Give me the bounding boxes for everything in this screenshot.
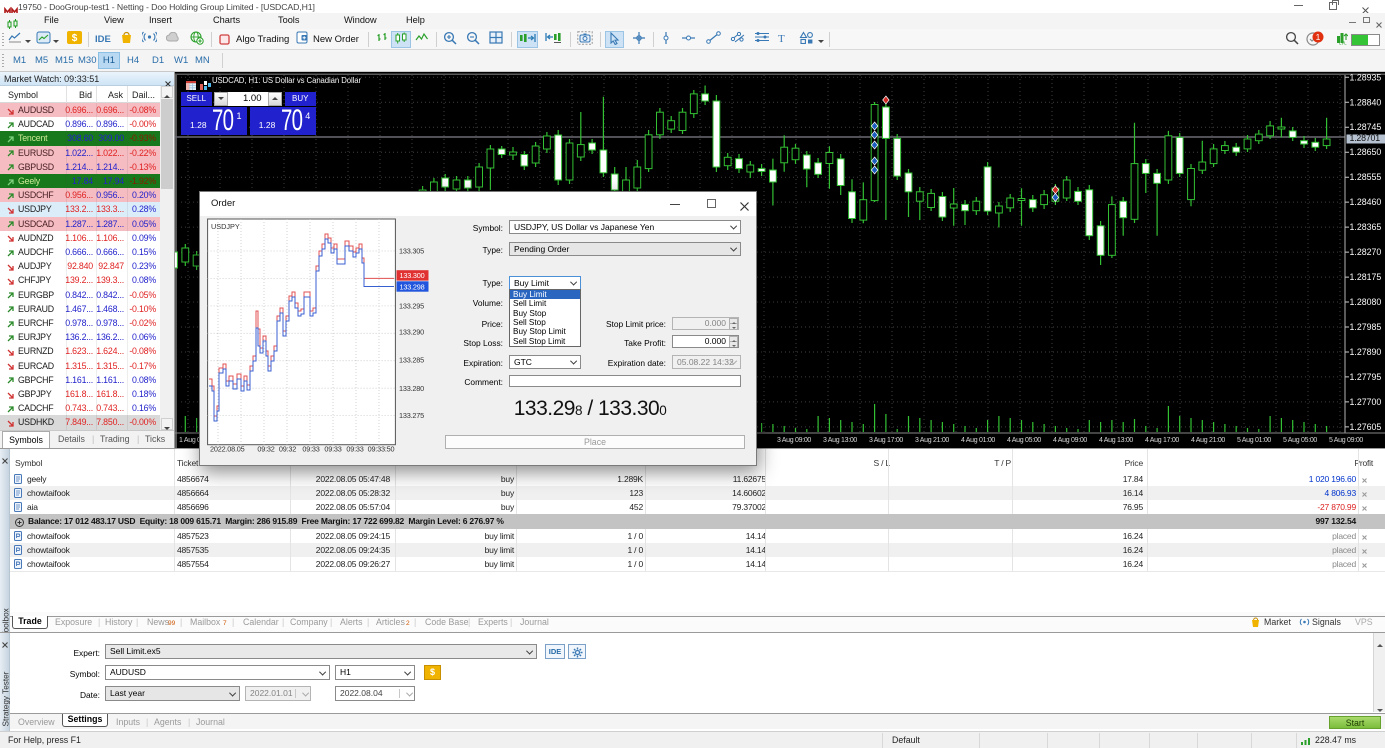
svg-text:2022.08.05: 2022.08.05 bbox=[210, 445, 245, 454]
svg-text:4 Aug 21:00: 4 Aug 21:00 bbox=[1191, 437, 1225, 444]
svg-text:5 Aug 05:00: 5 Aug 05:00 bbox=[1283, 437, 1317, 444]
svg-text:USDJPY: USDJPY bbox=[211, 222, 240, 231]
svg-text:1.27605: 1.27605 bbox=[1350, 422, 1382, 432]
svg-text:1.28270: 1.28270 bbox=[1350, 247, 1382, 257]
svg-text:133.275: 133.275 bbox=[399, 411, 424, 420]
svg-text:5 Aug 01:00: 5 Aug 01:00 bbox=[1237, 437, 1271, 444]
svg-text:1.28935: 1.28935 bbox=[1350, 72, 1382, 82]
svg-text:1.28460: 1.28460 bbox=[1350, 197, 1382, 207]
svg-text:1.27700: 1.27700 bbox=[1350, 397, 1382, 407]
svg-text:1: 1 bbox=[1316, 32, 1321, 42]
svg-text:1.28080: 1.28080 bbox=[1350, 297, 1382, 307]
svg-text:4 Aug 05:00: 4 Aug 05:00 bbox=[1007, 437, 1041, 444]
svg-text:1.28555: 1.28555 bbox=[1350, 172, 1382, 182]
svg-text:3 Aug 09:00: 3 Aug 09:00 bbox=[777, 437, 811, 444]
svg-text:1.28365: 1.28365 bbox=[1350, 222, 1382, 232]
svg-text:1.28745: 1.28745 bbox=[1350, 122, 1382, 132]
svg-text:5 Aug 09:00: 5 Aug 09:00 bbox=[1329, 437, 1363, 444]
svg-text:4 Aug 09:00: 4 Aug 09:00 bbox=[1053, 437, 1087, 444]
svg-text:3 Aug 17:00: 3 Aug 17:00 bbox=[869, 437, 903, 444]
svg-text:3 Aug 21:00: 3 Aug 21:00 bbox=[915, 437, 949, 444]
svg-text:09:33: 09:33 bbox=[346, 445, 363, 454]
svg-text:09:32: 09:32 bbox=[257, 445, 274, 454]
svg-text:LVL: LVL bbox=[1339, 41, 1347, 46]
svg-text:09:33:50: 09:33:50 bbox=[368, 445, 395, 454]
svg-text:1.28840: 1.28840 bbox=[1350, 97, 1382, 107]
svg-text:1.28701: 1.28701 bbox=[1350, 133, 1381, 143]
svg-text:1.28175: 1.28175 bbox=[1350, 272, 1382, 282]
svg-text:$: $ bbox=[72, 33, 78, 44]
svg-text:1 Aug 0: 1 Aug 0 bbox=[179, 437, 201, 444]
svg-text:4 Aug 13:00: 4 Aug 13:00 bbox=[1099, 437, 1133, 444]
svg-text:1.28650: 1.28650 bbox=[1350, 147, 1382, 157]
svg-text:1.27985: 1.27985 bbox=[1350, 322, 1382, 332]
svg-text:09:33: 09:33 bbox=[324, 445, 341, 454]
svg-text:4 Aug 17:00: 4 Aug 17:00 bbox=[1145, 437, 1179, 444]
svg-text:09:32: 09:32 bbox=[279, 445, 296, 454]
svg-text:1.27890: 1.27890 bbox=[1350, 347, 1382, 357]
svg-text:1.27795: 1.27795 bbox=[1350, 372, 1382, 382]
svg-text:3 Aug 13:00: 3 Aug 13:00 bbox=[823, 437, 857, 444]
svg-text:4 Aug 01:00: 4 Aug 01:00 bbox=[961, 437, 995, 444]
svg-text:09:33: 09:33 bbox=[302, 445, 319, 454]
